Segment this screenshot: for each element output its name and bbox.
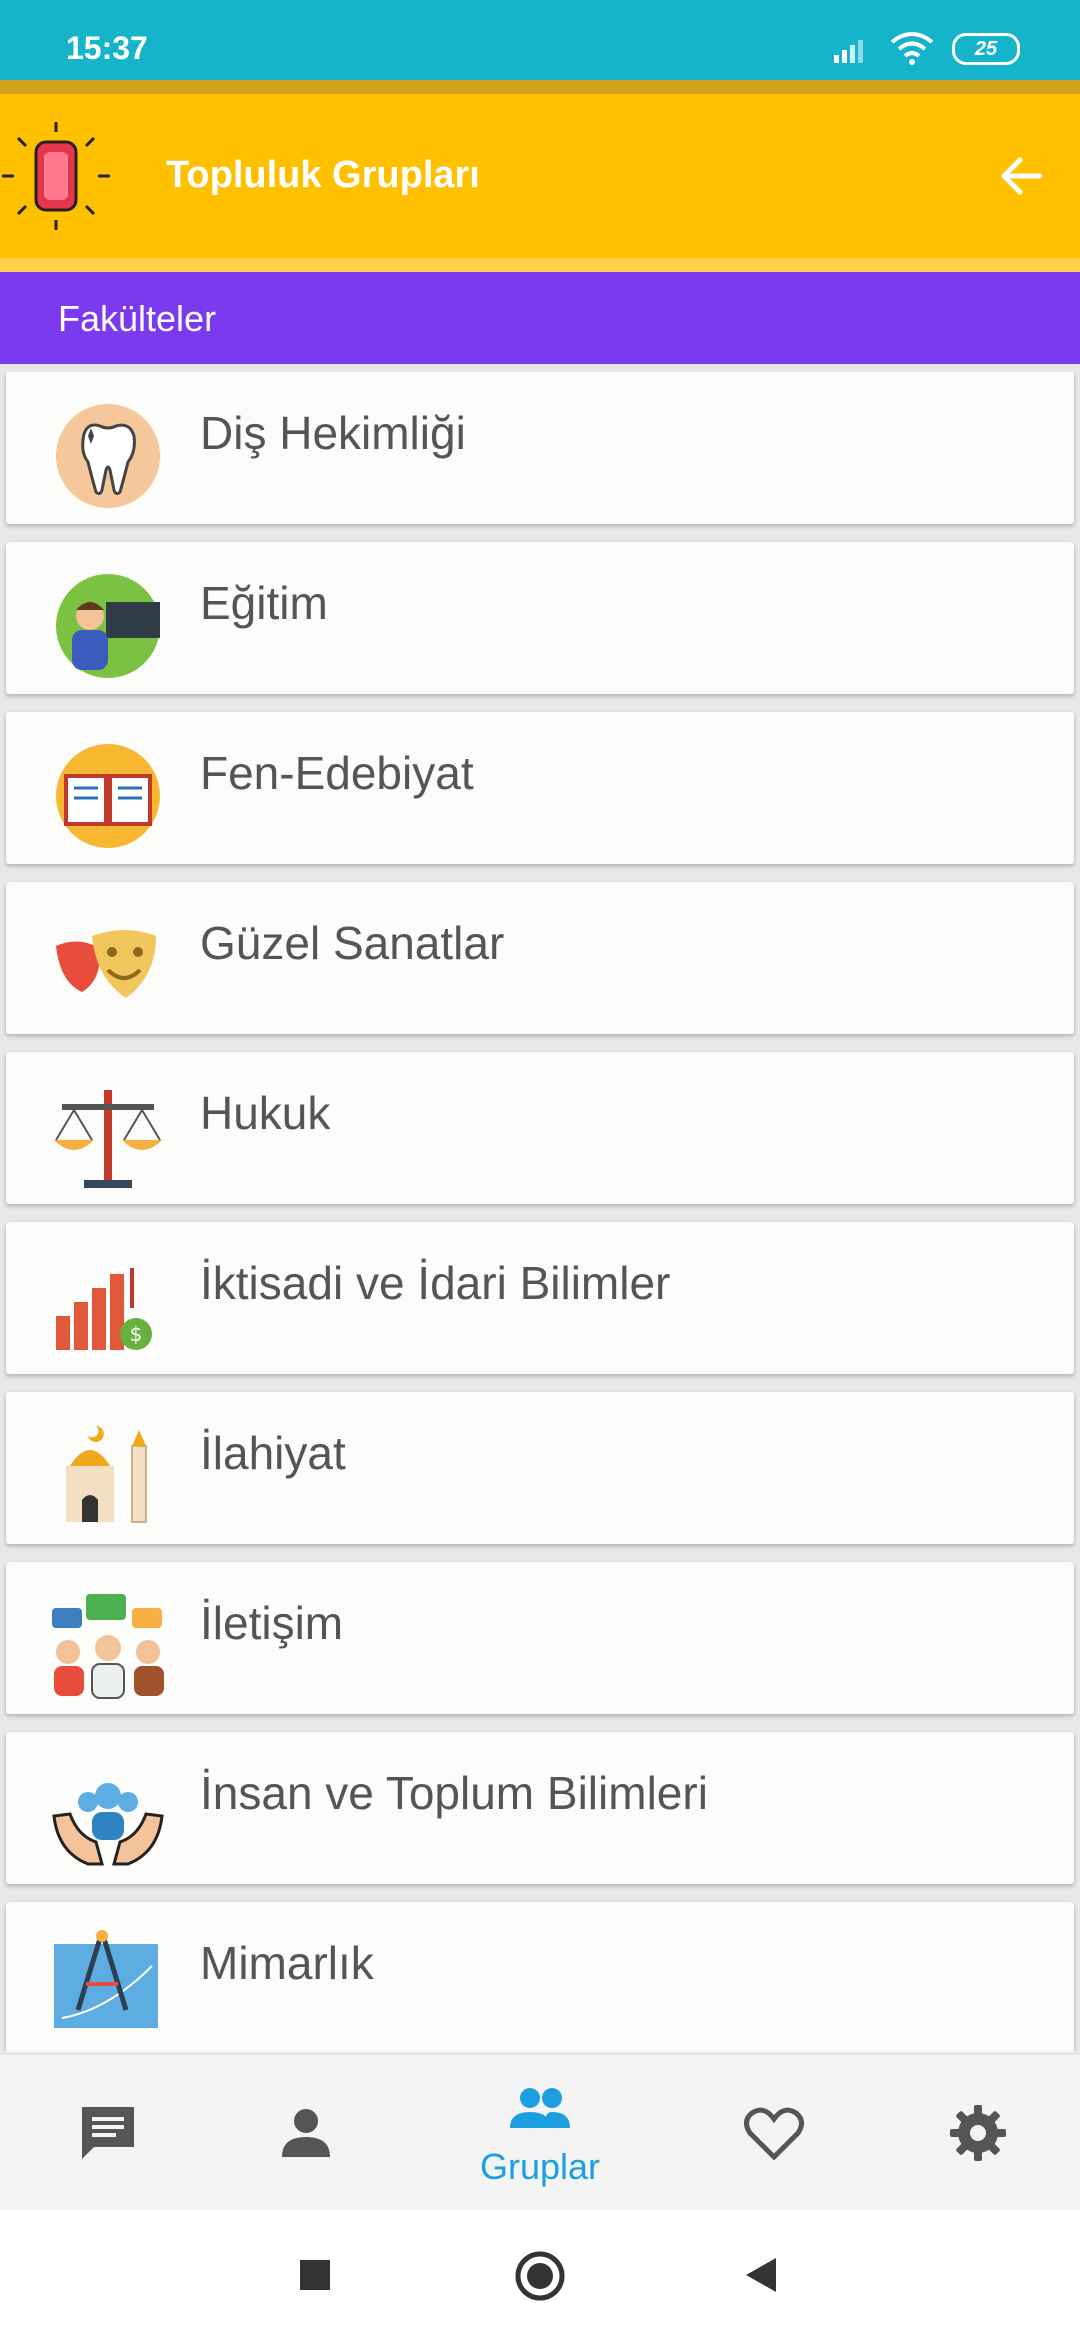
list-item-iktisadi-idari[interactable]: $ İktisadi ve İdari Bilimler — [6, 1222, 1074, 1374]
mosque-icon — [66, 1426, 147, 1523]
signal-icon — [834, 40, 863, 63]
status-divider — [0, 80, 1080, 94]
list-item-mimarlik[interactable]: Mimarlık — [6, 1902, 1074, 2052]
battery-icon: 25 — [952, 33, 1020, 65]
back-arrow-icon[interactable] — [994, 148, 1050, 204]
status-bar: 15:37 25 — [0, 0, 1080, 80]
page-title: Topluluk Grupları — [166, 154, 480, 196]
list-item-hukuk[interactable]: Hukuk — [6, 1052, 1074, 1204]
people-chat-icon — [52, 1594, 164, 1699]
chat-icon — [82, 2106, 134, 2159]
nav-settings[interactable] — [870, 2055, 1080, 2210]
recents-icon[interactable] — [298, 2258, 332, 2292]
blueprint-compass-icon — [54, 1930, 158, 2028]
section-title: Fakülteler — [58, 298, 217, 339]
bottom-nav: Gruplar — [0, 2055, 1080, 2210]
list-item-ilahiyat[interactable]: İlahiyat — [6, 1392, 1074, 1544]
wifi-icon — [890, 32, 934, 65]
faculty-list[interactable]: Diş Hekimliği Eğitim Fen-Edebiyat Güzel … — [0, 372, 1080, 2052]
app-bar: Topluluk Grupları — [0, 94, 1080, 258]
battery-level: 25 — [974, 37, 998, 60]
faculty-label: Mimarlık — [200, 1937, 374, 1989]
list-item-iletisim[interactable]: İletişim — [6, 1562, 1074, 1714]
faculty-label: Güzel Sanatlar — [200, 917, 505, 969]
nav-groups-label: Gruplar — [479, 2145, 601, 2187]
svg-text:$: $ — [130, 1322, 143, 1346]
heart-icon — [744, 2107, 804, 2161]
status-time: 15:37 — [66, 30, 148, 66]
list-item-guzel-sanatlar[interactable]: Güzel Sanatlar — [6, 882, 1074, 1034]
faculty-label: İnsan ve Toplum Bilimleri — [200, 1767, 708, 1819]
faculty-label: İlahiyat — [200, 1427, 346, 1479]
app-bar-edge — [0, 258, 1080, 272]
community-hands-icon — [52, 1783, 164, 1866]
list-item-fen-edebiyat[interactable]: Fen-Edebiyat — [6, 712, 1074, 864]
faculty-label: İktisadi ve İdari Bilimler — [200, 1257, 671, 1309]
faculty-label: Hukuk — [200, 1087, 331, 1139]
nav-chat[interactable] — [0, 2055, 216, 2210]
list-item-insan-toplum[interactable]: İnsan ve Toplum Bilimleri — [6, 1732, 1074, 1884]
home-icon[interactable] — [514, 2250, 566, 2302]
teacher-icon — [56, 574, 160, 678]
nav-favorites[interactable] — [666, 2055, 882, 2210]
nav-groups[interactable]: Gruplar — [432, 2055, 648, 2210]
faculty-label: Eğitim — [200, 577, 328, 629]
tooth-icon — [56, 404, 160, 508]
alarm-light-logo-icon — [2, 122, 110, 230]
settings-icon — [950, 2104, 1006, 2161]
system-nav-bar — [0, 2210, 1080, 2340]
faculty-label: Diş Hekimliği — [200, 407, 466, 459]
groups-icon — [510, 2087, 570, 2128]
list-item-dis-hekimligi[interactable]: Diş Hekimliği — [6, 372, 1074, 524]
bar-chart-money-icon: $ — [56, 1268, 152, 1350]
open-book-icon — [56, 744, 160, 848]
list-item-egitim[interactable]: Eğitim — [6, 542, 1074, 694]
section-header: Fakülteler — [0, 272, 1080, 364]
scales-icon — [54, 1090, 162, 1188]
nav-profile[interactable] — [198, 2055, 414, 2210]
faculty-label: Fen-Edebiyat — [200, 747, 474, 799]
back-nav-icon[interactable] — [744, 2256, 778, 2294]
faculty-label: İletişim — [200, 1597, 344, 1649]
person-icon — [282, 2108, 330, 2157]
theater-masks-icon — [56, 930, 156, 998]
